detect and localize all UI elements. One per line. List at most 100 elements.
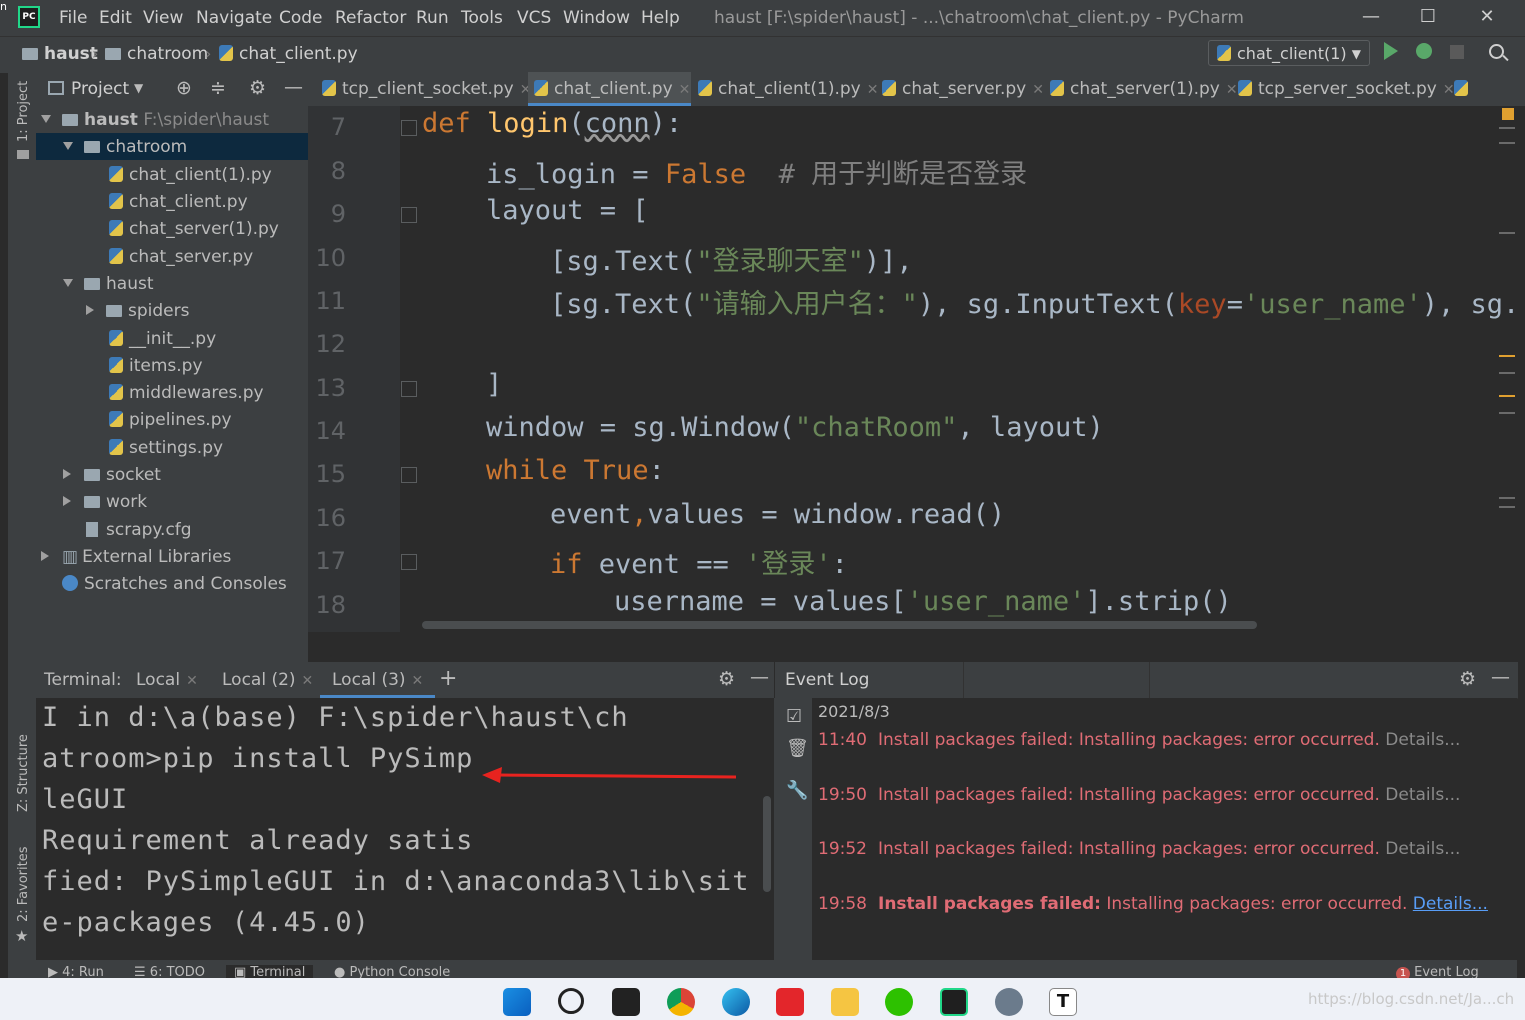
tree-item-haust[interactable]: haust <box>36 270 308 297</box>
tree-item-file[interactable]: pipelines.py <box>36 406 308 433</box>
gear-icon[interactable]: ⚙ <box>718 668 735 690</box>
menu-window[interactable]: Window <box>563 8 630 28</box>
stripe-marker[interactable] <box>1499 395 1515 397</box>
fold-marker-icon[interactable] <box>401 120 417 136</box>
hide-panel-icon[interactable]: — <box>750 666 769 688</box>
tree-item-file[interactable]: __init__.py <box>36 325 308 352</box>
todo-tool-button[interactable]: ☰ 6: TODO <box>134 965 205 978</box>
tab-tcp-server-socket[interactable]: tcp_server_socket.py ✕ <box>1238 72 1455 106</box>
minimize-button[interactable]: — <box>1356 6 1386 27</box>
tab-overflow[interactable] <box>1454 72 1478 106</box>
menu-file[interactable]: File <box>59 8 87 28</box>
menu-vcs[interactable]: VCS <box>517 8 551 28</box>
menu-run[interactable]: Run <box>416 8 449 28</box>
mark-read-icon[interactable]: ☑ <box>786 706 802 727</box>
menu-edit[interactable]: Edit <box>99 8 132 28</box>
tab-tcp-client-socket[interactable]: tcp_client_socket.py ✕ <box>322 72 531 106</box>
fold-marker-icon[interactable] <box>401 207 417 223</box>
project-panel-title[interactable]: Project <box>71 79 129 99</box>
stripe-marker[interactable] <box>1499 232 1515 234</box>
run-configuration-select[interactable]: chat_client(1) ▼ <box>1208 40 1370 66</box>
tree-item-chatroom[interactable]: chatroom <box>36 133 308 160</box>
menu-tools[interactable]: Tools <box>461 8 503 28</box>
close-icon[interactable]: ✕ <box>1032 82 1044 98</box>
stripe-marker[interactable] <box>1499 412 1515 414</box>
close-icon[interactable]: ✕ <box>1443 82 1455 98</box>
pycharm-taskbar-icon[interactable] <box>940 988 968 1016</box>
tree-item-external-libraries[interactable]: ▥ External Libraries <box>36 543 308 570</box>
details-link[interactable]: Details... <box>1385 785 1460 805</box>
run-tool-button[interactable]: ▶ 4: Run <box>48 965 104 978</box>
breadcrumb-file[interactable]: chat_client.py <box>219 44 358 64</box>
stripe-marker[interactable] <box>1499 506 1515 508</box>
search-icon[interactable] <box>558 988 584 1014</box>
stripe-marker[interactable] <box>1499 127 1515 129</box>
tree-item-file[interactable]: chat_client.py <box>36 188 308 215</box>
add-terminal-button[interactable]: + <box>439 666 457 691</box>
hide-panel-icon[interactable]: — <box>284 76 303 98</box>
run-icon[interactable] <box>1384 42 1398 60</box>
maximize-button[interactable]: ☐ <box>1413 6 1443 27</box>
fold-marker-icon[interactable] <box>401 554 417 570</box>
tree-root[interactable]: haust F:\spider\haust <box>36 106 308 133</box>
menu-view[interactable]: View <box>143 8 183 28</box>
fold-marker-icon[interactable] <box>401 467 417 483</box>
tree-item-file[interactable]: items.py <box>36 352 308 379</box>
wechat-icon[interactable] <box>885 988 913 1016</box>
settings-icon[interactable] <box>995 988 1023 1016</box>
close-window-button[interactable]: ✕ <box>1472 6 1502 27</box>
terminal-scrollbar[interactable] <box>763 796 771 892</box>
chevron-down-icon[interactable]: ▼ <box>134 81 143 95</box>
menu-navigate[interactable]: Navigate <box>196 8 272 28</box>
close-icon[interactable]: ✕ <box>186 673 198 689</box>
tree-item-spiders[interactable]: spiders <box>36 297 308 324</box>
details-link[interactable]: Details... <box>1385 839 1460 859</box>
warning-icon[interactable] <box>1502 108 1514 120</box>
python-console-tool-button[interactable]: ● Python Console <box>334 965 450 978</box>
tree-item-file[interactable]: settings.py <box>36 434 308 461</box>
menu-help[interactable]: Help <box>641 8 680 28</box>
close-icon[interactable]: ✕ <box>412 673 424 689</box>
netease-music-icon[interactable] <box>776 988 804 1016</box>
chrome-icon[interactable] <box>667 988 695 1016</box>
structure-tool-button[interactable]: Z: Structure <box>16 734 31 812</box>
file-explorer-icon[interactable] <box>831 988 859 1016</box>
menu-code[interactable]: Code <box>279 8 323 28</box>
close-icon[interactable]: ✕ <box>867 82 879 98</box>
tree-item-scratches[interactable]: Scratches and Consoles <box>36 570 308 597</box>
project-tool-button[interactable]: 1: Project <box>16 81 31 142</box>
windows-start-icon[interactable] <box>503 988 531 1016</box>
tree-item-file[interactable]: chat_client(1).py <box>36 161 308 188</box>
tab-chat-server-1[interactable]: chat_server(1).py ✕ <box>1050 72 1238 106</box>
tree-item-socket[interactable]: socket <box>36 461 308 488</box>
task-view-icon[interactable] <box>612 988 640 1016</box>
breadcrumb-project[interactable]: haust <box>22 44 98 64</box>
stripe-marker[interactable] <box>1499 372 1515 374</box>
tab-local[interactable]: Local ✕ <box>136 670 198 690</box>
tree-item-file[interactable]: chat_server.py <box>36 243 308 270</box>
stripe-marker[interactable] <box>1499 355 1515 357</box>
search-icon[interactable] <box>1489 44 1504 59</box>
typora-icon[interactable]: T <box>1049 988 1077 1016</box>
edge-icon[interactable] <box>722 988 750 1016</box>
tab-local-2[interactable]: Local (2) ✕ <box>222 670 313 690</box>
tab-local-3[interactable]: Local (3) ✕ <box>320 670 436 698</box>
tab-chat-client-1[interactable]: chat_client(1).py ✕ <box>698 72 878 106</box>
details-link[interactable]: Details... <box>1413 894 1488 914</box>
gear-icon[interactable]: ⚙ <box>1459 668 1476 690</box>
terminal-tool-button[interactable]: ▣ Terminal <box>226 965 314 978</box>
close-icon[interactable]: ✕ <box>679 82 691 98</box>
tree-item-file[interactable]: chat_server(1).py <box>36 215 308 242</box>
tree-item-file[interactable]: middlewares.py <box>36 379 308 406</box>
locate-icon[interactable]: ⊕ <box>176 77 192 99</box>
close-icon[interactable]: ✕ <box>1226 82 1238 98</box>
event-log-tool-button[interactable]: 1 Event Log <box>1396 965 1479 978</box>
collapse-all-icon[interactable]: ≑ <box>210 77 226 99</box>
favorites-tool-button[interactable]: 2: Favorites <box>16 846 31 922</box>
gear-icon[interactable]: ⚙ <box>249 77 266 99</box>
hide-panel-icon[interactable]: — <box>1491 666 1510 688</box>
stop-icon[interactable] <box>1450 45 1464 59</box>
tree-item-work[interactable]: work <box>36 488 308 515</box>
tab-chat-client[interactable]: chat_client.py ✕ <box>528 72 691 106</box>
stripe-marker[interactable] <box>1499 142 1515 144</box>
